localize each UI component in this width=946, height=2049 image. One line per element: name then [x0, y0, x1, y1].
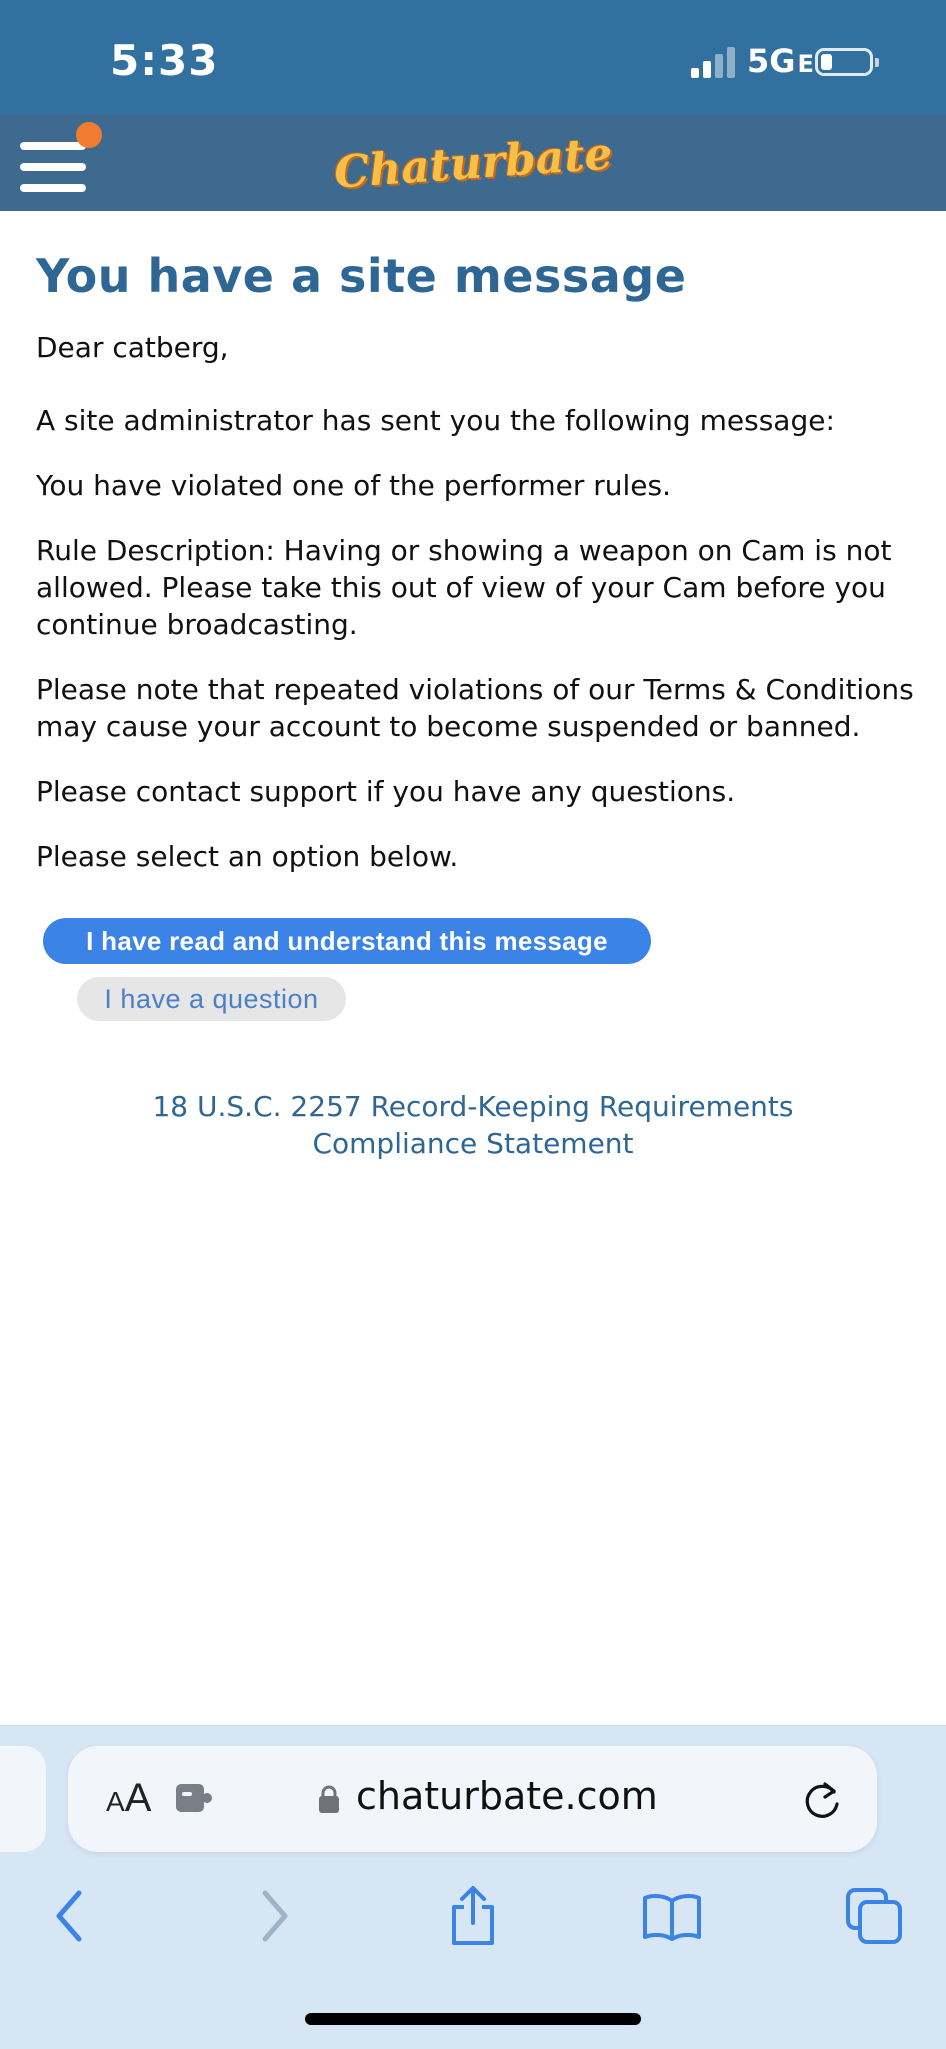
signal-icon	[691, 46, 741, 78]
site-logo[interactable]: Chaturbate	[332, 126, 613, 201]
share-icon	[452, 1886, 494, 1945]
notification-dot	[76, 122, 102, 148]
tabs-icon	[846, 1888, 902, 1944]
lock-icon	[319, 1785, 339, 1813]
message-paragraph: Please contact support if you have any q…	[36, 775, 736, 808]
address-bar[interactable]: AA chaturbate.com	[68, 1746, 877, 1852]
browser-nav-row	[0, 1876, 946, 1956]
bookmarks-button[interactable]	[642, 1886, 702, 1946]
network-indicator: 5GE	[747, 42, 814, 80]
message-paragraph: Please note that repeated violations of …	[36, 673, 914, 743]
battery-icon	[815, 48, 879, 76]
page-settings-button[interactable]: AA	[106, 1776, 151, 1821]
greeting-text: Dear catberg,	[36, 331, 229, 364]
previous-tab-preview[interactable]	[0, 1746, 46, 1852]
rule-description: Rule Description: Having or showing a we…	[36, 534, 892, 641]
aa-small: A	[106, 1786, 125, 1817]
browser-toolbar: AA chaturbate.com	[0, 1725, 946, 2049]
back-button[interactable]	[40, 1886, 100, 1946]
aa-big: A	[124, 1776, 152, 1820]
forward-icon	[262, 1890, 288, 1942]
share-button[interactable]	[443, 1886, 503, 1946]
page-title: You have a site message	[36, 249, 687, 303]
message-content: You have a site message Dear catberg, A …	[36, 211, 916, 875]
bookmarks-icon	[643, 1894, 701, 1941]
message-paragraph: Please select an option below.	[36, 840, 459, 873]
compliance-line-1: 18 U.S.C. 2257 Record-Keeping Requiremen…	[152, 1090, 794, 1123]
forward-button[interactable]	[244, 1886, 304, 1946]
logo-text: Chaturbate	[332, 128, 614, 199]
message-paragraph: You have violated one of the performer r…	[36, 469, 671, 502]
site-header: Chaturbate	[0, 114, 946, 211]
hamburger-icon[interactable]	[20, 142, 86, 192]
message-paragraph: A site administrator has sent you the fo…	[36, 404, 835, 437]
status-time: 5:33	[110, 36, 219, 85]
compliance-link[interactable]: 18 U.S.C. 2257 Record-Keeping Requiremen…	[0, 1088, 946, 1162]
acknowledge-button[interactable]: I have read and understand this message	[43, 918, 651, 964]
tabs-button[interactable]	[844, 1886, 904, 1946]
puzzle-icon[interactable]	[174, 1782, 214, 1814]
network-label: 5G	[747, 42, 796, 80]
compliance-line-2: Compliance Statement	[312, 1127, 634, 1160]
status-bar: 5:33 5GE	[0, 0, 946, 114]
home-indicator	[305, 2013, 641, 2025]
url-text: chaturbate.com	[356, 1774, 658, 1818]
network-suffix: E	[797, 50, 814, 78]
back-icon	[56, 1890, 82, 1942]
question-button[interactable]: I have a question	[77, 977, 346, 1021]
reload-icon[interactable]	[803, 1778, 843, 1820]
